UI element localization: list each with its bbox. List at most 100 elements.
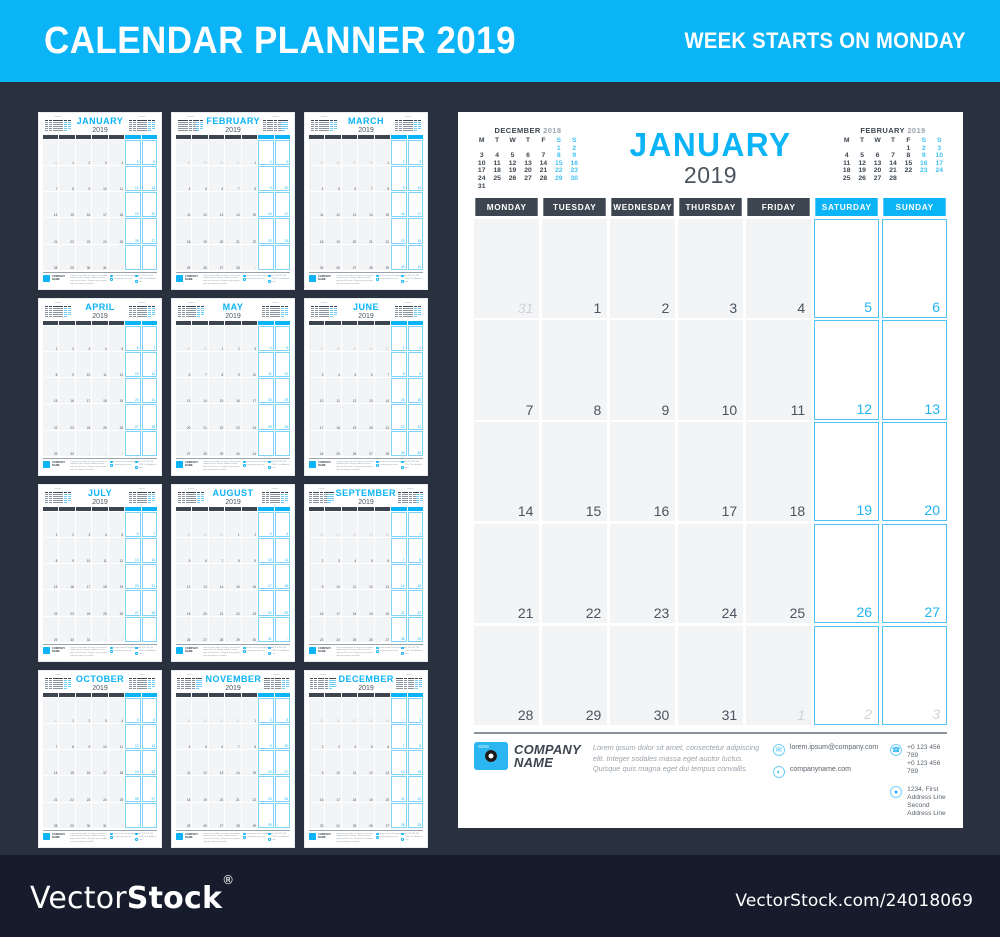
day-cell[interactable]: 2 (813, 625, 880, 725)
day-number: 26 (856, 604, 873, 621)
month-thumbnail-september[interactable]: ——— SEPTEMBER 2019 ——— 26 27 28 29 30 31 1 2 3 4 5 6 7 8 9… (304, 484, 428, 662)
thumbnail-day-cell: 9 (59, 537, 75, 564)
day-cell[interactable]: 17 (677, 422, 744, 522)
day-cell[interactable]: 2 (609, 218, 676, 318)
thumbnail-day-number: 3 (321, 373, 324, 378)
day-cell[interactable]: 15 (541, 422, 608, 522)
day-cell[interactable]: 8 (541, 320, 608, 420)
day-cell[interactable]: 20 (881, 422, 947, 522)
weekday-header-monday[interactable]: MONDAY (475, 198, 539, 216)
thumbnail-contact-icon (376, 836, 379, 839)
month-thumbnail-july[interactable]: ——— JULY 2019 ——— 1 2 3 4 5 6 7 8 9 10 11 12 13 14 15 16 17 1… (38, 484, 162, 662)
day-cell[interactable]: 5 (813, 218, 880, 318)
thumbnail-day-number: 16 (417, 398, 421, 403)
day-cell[interactable]: 4 (745, 218, 812, 318)
day-cell[interactable]: 24 (677, 523, 744, 624)
weekday-header-sunday[interactable]: SUNDAY (882, 198, 946, 216)
thumb-prev-mini-bar (313, 687, 318, 690)
month-thumbnail-march[interactable]: ——— MARCH 2019 ——— 25 26 27 28 1 2 3 4 5 6 7 8 9 10 11 12 13… (304, 112, 428, 290)
prev-mini-day: 28 (539, 174, 548, 182)
day-cell[interactable]: 14 (474, 422, 540, 522)
thumbnail-day-cell: 22 (43, 404, 59, 430)
thumb-next-mini-bar-column (417, 119, 421, 132)
thumb-next-mini-bar-column (277, 119, 281, 132)
next-mini-head-row: MTWTFSS (839, 137, 947, 145)
month-thumbnail-june[interactable]: ——— JUNE 2019 ——— 27 28 29 30 31 1 2 3 4 5 6 7 8 9 10 11 12 1… (304, 298, 428, 476)
day-cell[interactable]: 31 (474, 218, 540, 318)
day-cell[interactable]: 31 (677, 625, 744, 725)
address-contact-row[interactable]: ● 1234, First Address Line Second Addres… (890, 786, 947, 818)
day-cell[interactable]: 23 (609, 523, 676, 624)
thumb-prev-mini-bar (56, 129, 60, 132)
thumbnail-day-cell: 7 (192, 351, 208, 378)
thumbnail-day-number: 3 (338, 745, 340, 750)
day-cell[interactable]: 16 (609, 422, 676, 522)
thumbnail-day-number: 17 (103, 213, 107, 218)
day-cell[interactable]: 1 (541, 218, 608, 318)
day-cell[interactable]: 26 (813, 523, 880, 624)
month-thumbnail-january[interactable]: ——— JANUARY 2019 ——— 31 1 2 3 4 5 6 7 8 9 10 11 12 13 14 15… (38, 112, 162, 290)
weekday-header-friday[interactable]: FRIDAY (747, 198, 810, 216)
day-cell[interactable]: 3 (881, 625, 947, 725)
company-logo-block[interactable]: COMPANY NAME (474, 742, 581, 770)
thumbnail-day-cell: 18 (176, 776, 192, 802)
day-cell[interactable]: 11 (745, 320, 812, 420)
thumbnail-day-cell: 31 (225, 139, 241, 165)
day-cell[interactable]: 28 (474, 625, 540, 725)
thumbnail-day-cell: 15 (391, 378, 407, 404)
thumb-prev-mini-bars (309, 119, 339, 132)
day-cell[interactable]: 22 (541, 523, 608, 624)
thumbnail-day-cell: 13 (374, 750, 391, 776)
thumb-prev-mini-bar-column (49, 491, 53, 504)
thumbnail-day-cell: 9 (75, 723, 92, 750)
day-cell[interactable]: 10 (677, 320, 744, 420)
month-thumbnail-august[interactable]: ——— AUGUST 2019 ——— 29 30 31 1 2 3 4 5 6 7 8 9 10 11 12 13 1… (171, 484, 295, 662)
thumbnail-contact-value: companyname.com (379, 463, 398, 466)
thumb-next-mini-bar (400, 687, 404, 690)
day-cell[interactable]: 7 (474, 320, 540, 420)
phone-contact-row[interactable]: ☎ +0 123 456 789 +0 123 456 789 (890, 744, 947, 776)
day-cell[interactable]: 12 (813, 320, 880, 420)
day-cell[interactable]: 18 (745, 422, 812, 522)
prev-mini-day: 9 (572, 152, 577, 160)
thumb-next-mini-bar-column (266, 491, 270, 504)
day-cell[interactable]: 29 (541, 625, 608, 725)
thumbnail-day-cell: 8 (407, 723, 423, 750)
day-cell[interactable]: 25 (745, 523, 812, 624)
prev-mini-day: 24 (477, 174, 486, 182)
day-cell[interactable]: 6 (881, 218, 947, 318)
weekday-header-wednesday[interactable]: WEDNESDAY (611, 198, 674, 216)
next-month-mini-calendar[interactable]: FEBRUARY 2019 MTWTFSS 1 2 3 4 5 6 7 8 9 10 11 12 13 1… (839, 126, 947, 183)
month-thumbnail-october[interactable]: ——— OCTOBER 2019 ——— 30 1 2 3 4 5 6 7 8 9 10 11 12 13 14 15… (38, 670, 162, 848)
weekday-header-tuesday[interactable]: TUESDAY (543, 198, 607, 216)
thumb-prev-mini-bar (52, 687, 56, 690)
day-cell[interactable]: 3 (677, 218, 744, 318)
day-cell[interactable]: 9 (609, 320, 676, 420)
day-cell[interactable]: 30 (609, 625, 676, 725)
day-number: 30 (653, 707, 670, 723)
month-thumbnail-december[interactable]: ——— DECEMBER 2019 ——— 25 26 27 28 29 30 1 2 3 4 5 6 7 8 9 1… (304, 670, 428, 848)
weekday-header-saturday[interactable]: SATURDAY (814, 198, 878, 216)
thumbnail-day-number: 21 (236, 797, 240, 802)
thumb-prev-mini-bar-column (309, 491, 313, 504)
thumbnail-contact-icon (110, 650, 113, 653)
month-thumbnail-february[interactable]: ——— FEBRUARY 2019 ——— 28 29 30 31 1 2 3 4 5 6 7 8 9 10 11 1… (171, 112, 295, 290)
website-contact-row[interactable]: ◐ companyname.com (772, 766, 878, 778)
day-cell[interactable]: 19 (813, 422, 880, 522)
thumbnail-day-cell: 21 (358, 218, 374, 244)
day-cell[interactable]: 21 (474, 523, 540, 624)
day-cell[interactable]: 13 (881, 320, 947, 420)
month-thumbnail-april[interactable]: ——— APRIL 2019 ——— 1 2 3 4 5 6 7 8 9 10 11 12 13 14 15 16 17… (38, 298, 162, 476)
day-cell[interactable]: 27 (881, 523, 947, 624)
month-thumbnail-may[interactable]: ——— MAY 2019 ——— 29 30 1 2 3 4 5 6 7 8 9 10 11 12 13 14 15 16… (171, 298, 295, 476)
weekday-header-thursday[interactable]: THURSDAY (679, 198, 742, 216)
email-contact-row[interactable]: ✉ lorem.ipsum@company.com (772, 744, 878, 756)
thumb-prev-mini-bar (315, 129, 319, 132)
contact-column-left: ✉ lorem.ipsum@company.com ◐ companyname.… (772, 742, 878, 778)
day-cell[interactable]: 1 (745, 625, 812, 725)
thumb-next-mini-bar-column (262, 305, 266, 318)
thumb-next-mini-bar-column (151, 491, 155, 504)
prev-month-mini-calendar[interactable]: DECEMBER 2018 MTWTFSS 1 2 3 4 5 6 7 8 9 10 11 12 13 1… (474, 126, 582, 190)
thumbnail-contact-row: companyname.com (243, 278, 266, 281)
month-thumbnail-november[interactable]: ——— NOVEMBER 2019 ——— 28 29 30 31 1 2 3 4 5 6 7 8 9 10 11 1… (171, 670, 295, 848)
